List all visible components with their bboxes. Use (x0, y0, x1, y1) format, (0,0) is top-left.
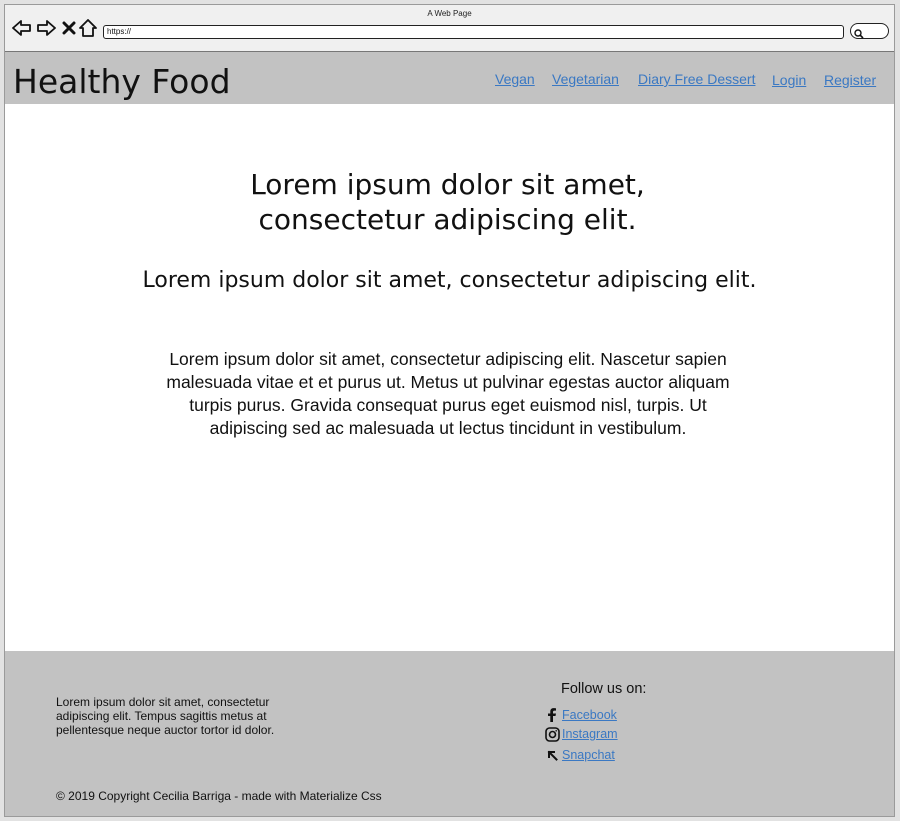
nav-link-vegan[interactable]: Vegan (495, 71, 535, 87)
facebook-icon (544, 707, 560, 723)
site-brand[interactable]: Healthy Food (13, 62, 231, 101)
home-icon[interactable] (78, 18, 98, 38)
browser-search-box[interactable] (850, 23, 889, 39)
main-heading: Lorem ipsum dolor sit amet, consectetur … (250, 168, 645, 236)
footer-description: Lorem ipsum dolor sit amet, consectetur … (56, 695, 275, 737)
back-arrow-icon[interactable] (12, 18, 32, 38)
snapchat-icon (544, 747, 560, 763)
main-subheading: Lorem ipsum dolor sit amet, consectetur … (142, 268, 757, 293)
url-input[interactable]: https:// (103, 25, 844, 39)
social-label-snapchat[interactable]: Snapchat (562, 748, 615, 762)
browser-toolbar: A Web Page https:// (5, 5, 894, 52)
nav-link-register[interactable]: Register (824, 72, 876, 88)
social-label-facebook[interactable]: Facebook (562, 708, 617, 722)
site-header: Healthy Food Vegan Vegetarian Diary Free… (5, 52, 894, 104)
copyright-text: © 2019 Copyright Cecilia Barriga - made … (56, 789, 382, 803)
main-paragraph: Lorem ipsum dolor sit amet, consectetur … (166, 349, 730, 438)
social-link-snapchat[interactable]: Snapchat (544, 747, 615, 763)
nav-link-vegetarian[interactable]: Vegetarian (552, 71, 619, 87)
forward-arrow-icon[interactable] (36, 18, 56, 38)
nav-link-diary-free-dessert[interactable]: Diary Free Dessert (638, 71, 755, 87)
browser-window: A Web Page https:// Healthy Food Vegan V… (4, 4, 895, 817)
social-label-instagram[interactable]: Instagram (562, 727, 618, 741)
search-icon (854, 26, 864, 44)
close-x-icon[interactable] (59, 18, 79, 38)
site-footer: Lorem ipsum dolor sit amet, consectetur … (5, 651, 894, 816)
nav-link-login[interactable]: Login (772, 72, 806, 88)
instagram-icon (544, 726, 560, 742)
follow-us-label: Follow us on: (561, 681, 647, 697)
window-title: A Web Page (427, 9, 472, 18)
social-link-instagram[interactable]: Instagram (544, 726, 618, 742)
social-link-facebook[interactable]: Facebook (544, 707, 617, 723)
